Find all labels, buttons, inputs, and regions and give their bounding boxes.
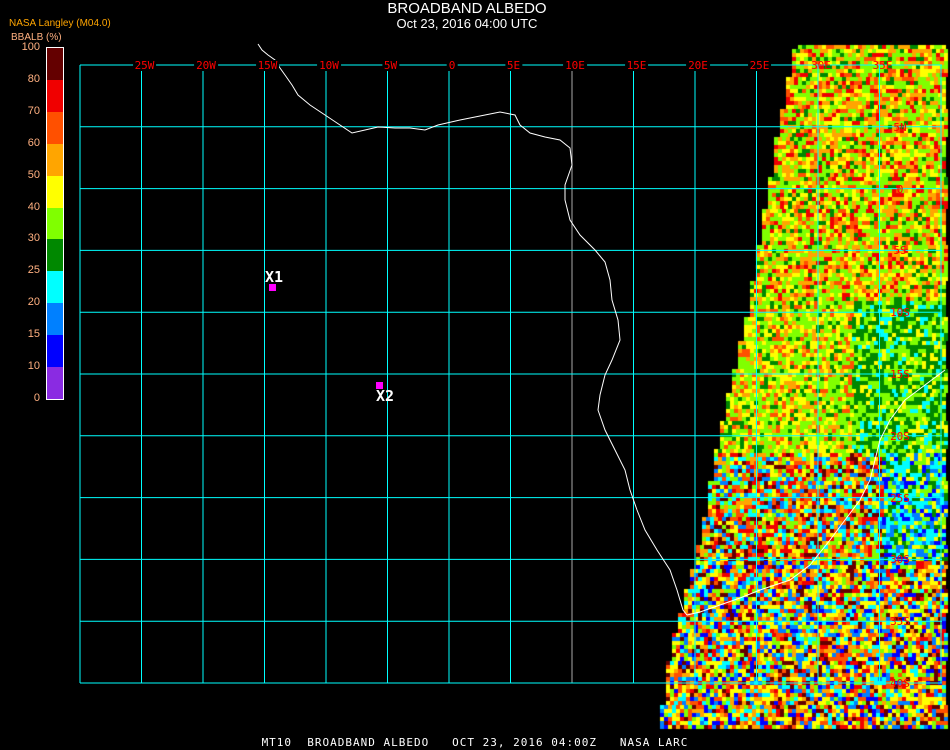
legend-swatch — [47, 303, 63, 336]
legend-swatch — [47, 175, 63, 208]
latitude-label: 0 — [896, 182, 904, 196]
legend-tick-label: 15 — [27, 328, 40, 341]
lat-lon-grid — [79, 64, 942, 684]
latitude-label: 15S — [890, 368, 910, 381]
legend-tick-label: 50 — [27, 168, 40, 181]
legend-swatch — [47, 271, 63, 304]
longitude-label: 15W — [255, 59, 280, 72]
legend-swatch — [47, 79, 63, 112]
legend-tick-label: 30 — [27, 232, 40, 245]
footer-caption: MT10 BROADBAND ALBEDO OCT 23, 2016 04:00… — [261, 736, 689, 749]
legend-tick-label: 0 — [33, 392, 40, 404]
longitude-label: 20W — [194, 59, 218, 72]
longitude-label: 20E — [686, 59, 710, 72]
latitude-label: 35S — [890, 615, 910, 629]
legend-tick-label: 10 — [27, 360, 40, 373]
coastline — [257, 43, 688, 616]
map-title: BROADBAND ALBEDO — [387, 0, 547, 17]
legend-swatch — [47, 48, 63, 80]
longitude-label: 0 — [446, 59, 458, 72]
latitude-label: 30S — [890, 553, 910, 567]
latitude-label: 20S — [890, 429, 910, 443]
color-legend-bar — [46, 47, 64, 400]
marker-x2-label: X2 — [376, 387, 395, 405]
longitude-label: 25E — [747, 59, 772, 72]
legend-tick-label: 40 — [27, 200, 40, 213]
longitude-label: 10W — [317, 59, 341, 72]
legend-tick-label: 60 — [27, 136, 40, 149]
legend-swatch — [47, 143, 63, 176]
longitude-label: 5E — [504, 59, 523, 72]
longitude-label: 30E — [811, 59, 831, 72]
legend-tick-label: 100 — [21, 41, 40, 53]
producer-label: NASA Langley (M04.0) — [9, 18, 111, 29]
latitude-label: 5S — [893, 244, 907, 258]
legend-tick-label: 20 — [27, 296, 40, 309]
legend-swatch — [47, 207, 63, 240]
longitude-label: 10E — [563, 59, 587, 72]
legend-swatch — [47, 367, 63, 399]
legend-swatch — [47, 111, 63, 144]
longitude-label: 25W — [132, 59, 157, 72]
legend-tick-label: 70 — [27, 104, 40, 117]
legend-swatch — [47, 239, 63, 272]
latitude-label: 5N — [893, 120, 907, 134]
legend-tick-label: 25 — [27, 264, 40, 277]
marker-x1-label: X1 — [265, 268, 284, 286]
legend-swatch — [47, 335, 63, 368]
map-overlay — [79, 43, 946, 684]
longitude-label: 35E — [872, 59, 893, 72]
latitude-label: 10S — [890, 306, 910, 320]
latitude-label: 40S — [890, 677, 910, 690]
latitude-label: 25S — [890, 491, 910, 505]
legend-tick-label: 80 — [27, 72, 40, 85]
longitude-label: 5W — [381, 59, 400, 72]
longitude-label: 15E — [624, 59, 649, 72]
map-timestamp: Oct 23, 2016 04:00 UTC — [396, 16, 538, 31]
